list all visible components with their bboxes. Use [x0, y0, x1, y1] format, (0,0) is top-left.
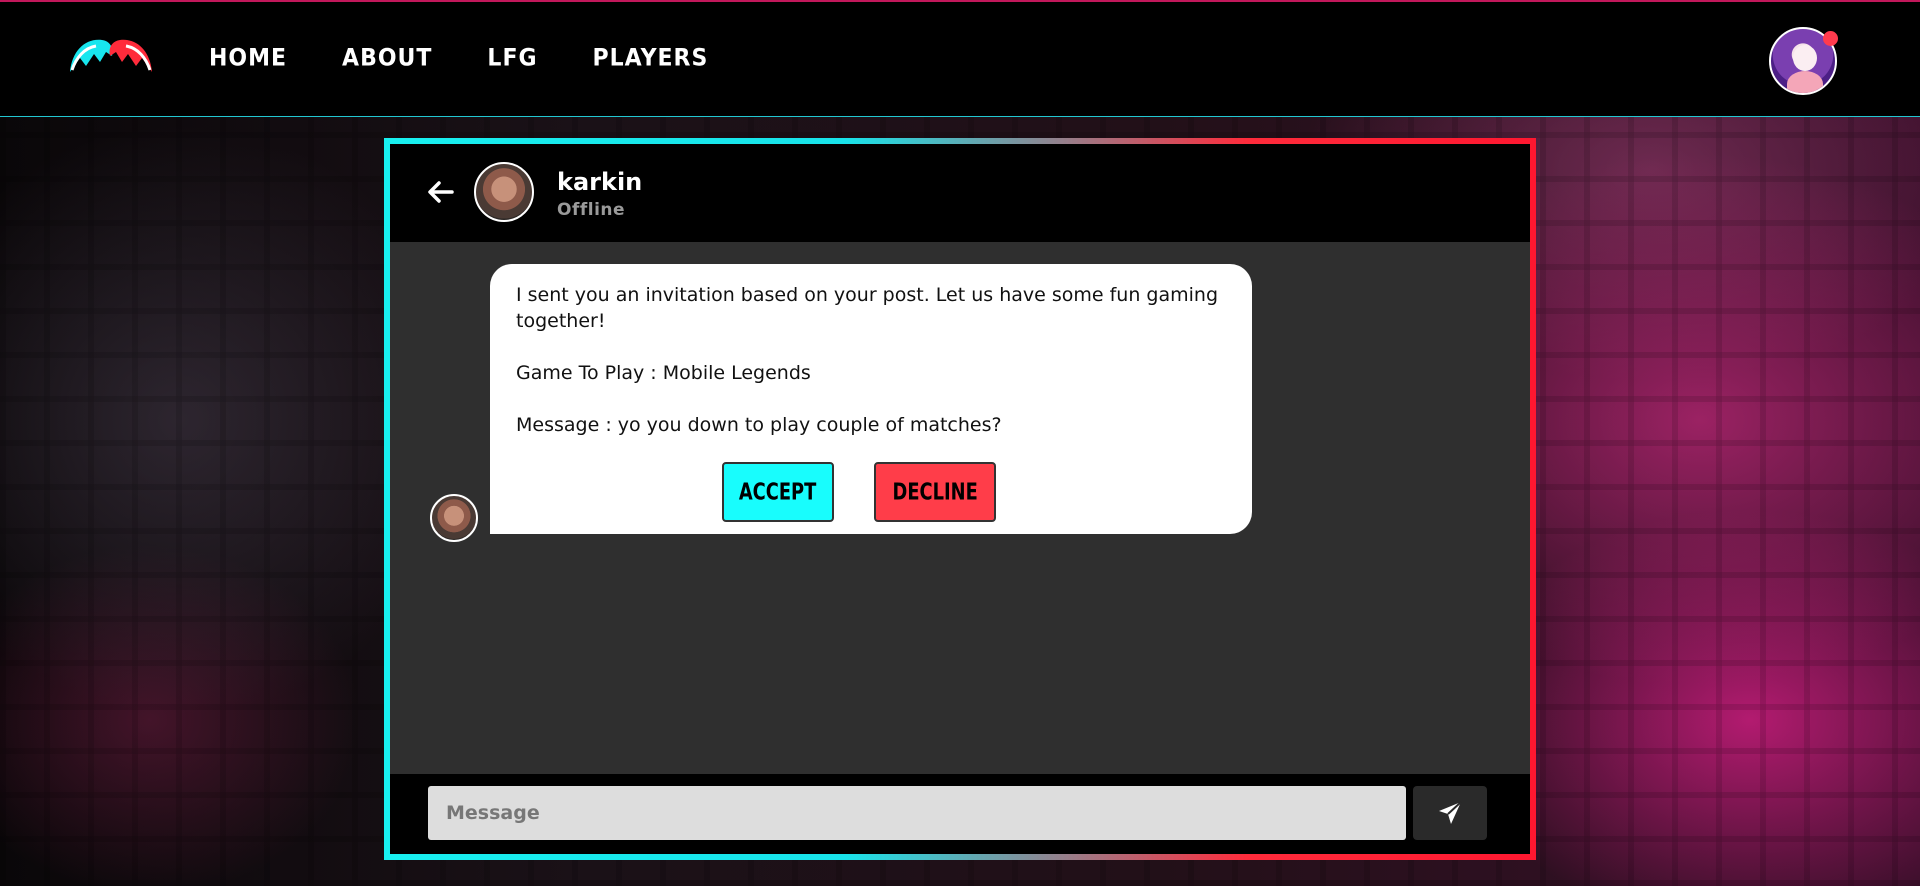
chat-window: karkin Offline I sent you an invitation …: [384, 138, 1536, 860]
chat-footer: [390, 774, 1530, 854]
main-nav: HOME ABOUT LFG PLAYERS: [209, 45, 763, 73]
chat-body: karkin Offline I sent you an invitation …: [390, 144, 1530, 854]
contact-name: karkin: [557, 168, 643, 196]
message-input[interactable]: [428, 786, 1406, 840]
invitation-message-bubble: I sent you an invitation based on your p…: [490, 264, 1252, 534]
invitation-note-text: Message : yo you down to play couple of …: [516, 414, 1002, 436]
decline-button[interactable]: DECLINE: [874, 462, 996, 522]
nav-about[interactable]: ABOUT: [342, 45, 432, 73]
notification-dot: [1823, 31, 1838, 46]
invitation-actions: ACCEPT DECLINE: [490, 462, 1252, 522]
game-to-play-text: Game To Play : Mobile Legends: [516, 362, 811, 384]
paper-plane-icon: [1439, 801, 1462, 824]
nav-home[interactable]: HOME: [209, 45, 287, 73]
decline-label: DECLINE: [892, 478, 978, 506]
back-arrow-icon[interactable]: [426, 178, 454, 206]
nav-players[interactable]: PLAYERS: [593, 45, 709, 73]
logo[interactable]: [66, 32, 156, 80]
invitation-text: I sent you an invitation based on your p…: [516, 284, 1219, 332]
avatar-face: [1793, 45, 1817, 71]
accept-button[interactable]: ACCEPT: [722, 462, 834, 522]
avatar-body: [1787, 71, 1823, 93]
top-navbar: HOME ABOUT LFG PLAYERS: [0, 0, 1920, 117]
chat-header: karkin Offline: [390, 144, 1530, 242]
message-sender-avatar: [430, 494, 478, 542]
send-button[interactable]: [1413, 786, 1487, 840]
accept-label: ACCEPT: [739, 478, 817, 506]
nav-lfg[interactable]: LFG: [487, 45, 537, 73]
contact-avatar[interactable]: [474, 162, 534, 222]
contact-status: Offline: [557, 200, 626, 220]
